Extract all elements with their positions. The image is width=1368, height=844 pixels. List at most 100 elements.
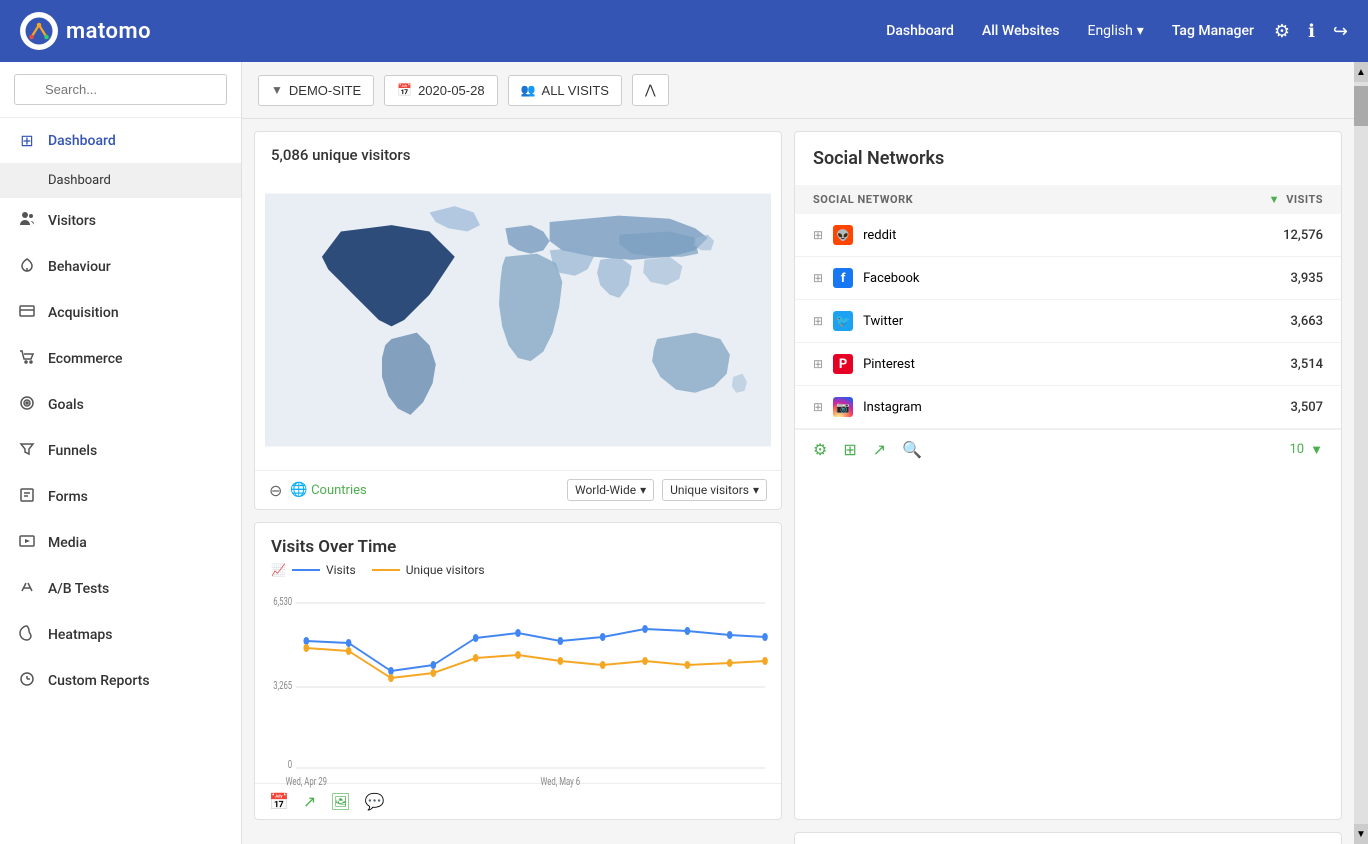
topnav-links: Dashboard All Websites English ▾ Tag Man… (886, 23, 1254, 39)
segment-selector[interactable]: 👥 ALL VISITS (508, 75, 622, 106)
search-data-icon[interactable]: 🔍 (902, 440, 922, 459)
visits-widget: Visits Over Time 📈 Visits Unique visitor… (254, 522, 782, 820)
chart-legend: 📈 Visits Unique visitors (255, 563, 781, 583)
sort-arrow: ▼ (1269, 193, 1280, 206)
chart-container: 6,530 3,265 0 (255, 583, 781, 783)
language-selector[interactable]: English ▾ (1087, 23, 1143, 39)
sidebar-item-ab-tests[interactable]: A/B Tests (0, 566, 241, 612)
social-widget-footer: ⚙ ⊞ ↗ 🔍 10 ▼ (795, 429, 1341, 469)
ecommerce-icon (18, 349, 36, 369)
expand-icon[interactable]: ⊞ (813, 271, 823, 285)
settings-icon[interactable]: ⚙ (813, 440, 827, 459)
collapse-button[interactable]: ⋀ (632, 74, 669, 106)
region-dropdown[interactable]: World-Wide ▾ (567, 479, 654, 501)
segment-icon: 👥 (521, 83, 536, 97)
sidebar-item-ecommerce-label: Ecommerce (48, 351, 123, 367)
goals-icon (18, 395, 36, 415)
behaviour-icon (18, 257, 36, 277)
right-scrollbar[interactable]: ▲ ▼ (1354, 62, 1368, 844)
site-selector-label: DEMO-SITE (289, 83, 361, 98)
scrollbar-thumb[interactable] (1354, 86, 1368, 126)
date-selector[interactable]: 📅 2020-05-28 (384, 75, 497, 106)
visitors-icon (18, 211, 36, 231)
legend-visits: 📈 Visits (271, 563, 356, 577)
social-col-left: SOCIAL NETWORK (813, 193, 913, 206)
topnav-icons: ⚙ ℹ ↪ (1274, 21, 1348, 42)
expand-icon[interactable]: ⊞ (813, 357, 823, 371)
top-navigation: matomo Dashboard All Websites English ▾ … (0, 0, 1368, 62)
sidebar-item-funnels[interactable]: Funnels (0, 428, 241, 474)
sidebar-item-forms-label: Forms (48, 489, 88, 505)
sidebar-item-behaviour[interactable]: Behaviour (0, 244, 241, 290)
visits-line-sample (292, 569, 320, 571)
sidebar-item-dashboard[interactable]: ⊞ Dashboard (0, 118, 241, 163)
media-icon (18, 533, 36, 553)
instagram-icon: 📷 (833, 397, 853, 417)
visits-title: Visits Over Time (255, 523, 781, 563)
share-icon[interactable]: ↗ (303, 792, 316, 811)
svg-text:0: 0 (288, 759, 292, 772)
scrollbar-up[interactable]: ▲ (1354, 62, 1368, 82)
expand-icon[interactable]: ⊞ (813, 400, 823, 414)
settings-icon[interactable]: ⚙ (1274, 21, 1290, 42)
info-icon[interactable]: ℹ (1308, 21, 1315, 42)
table-icon[interactable]: ⊞ (843, 440, 856, 459)
map-title: 5,086 unique visitors (255, 132, 781, 170)
social-col-right: ▼ VISITS (1269, 193, 1323, 206)
tag-manager-link[interactable]: Tag Manager (1172, 23, 1254, 39)
calendar-icon[interactable]: 📅 (269, 792, 289, 811)
map-footer: ⊖ 🌐 Countries World-Wide ▾ Unique visito… (255, 470, 781, 509)
sidebar-item-dashboard-label: Dashboard (48, 133, 116, 149)
map-zoom-out[interactable]: ⊖ (269, 481, 282, 500)
logo-icon (20, 12, 58, 50)
logo[interactable]: matomo (20, 12, 151, 50)
dashboard-grid: 5,086 unique visitors (242, 119, 1354, 844)
legend-icon: 📈 (271, 563, 286, 577)
expand-icon[interactable]: ⊞ (813, 228, 823, 242)
map-footer-left: ⊖ 🌐 Countries (269, 481, 367, 500)
comment-icon[interactable]: 💬 (365, 792, 385, 811)
legend-unique: Unique visitors (372, 563, 485, 577)
country-widget-title: Country (795, 833, 1341, 844)
language-label: English (1087, 23, 1132, 39)
logout-icon[interactable]: ↪ (1333, 21, 1348, 42)
legend-unique-label: Unique visitors (406, 563, 485, 577)
facebook-value: 3,935 (1291, 271, 1323, 286)
dashboard-icon: ⊞ (18, 131, 36, 150)
facebook-icon: f (833, 268, 853, 288)
sidebar-item-custom-reports[interactable]: Custom Reports (0, 658, 241, 704)
segment-selector-label: ALL VISITS (542, 83, 609, 98)
social-row-instagram: ⊞ 📷 Instagram 3,507 (795, 386, 1341, 429)
site-selector[interactable]: ▼ DEMO-SITE (258, 75, 374, 106)
page-arrow[interactable]: ▼ (1310, 442, 1323, 458)
sidebar-item-forms[interactable]: Forms (0, 474, 241, 520)
sidebar-item-ecommerce[interactable]: Ecommerce (0, 336, 241, 382)
metric-dropdown[interactable]: Unique visitors ▾ (662, 479, 767, 501)
all-websites-link[interactable]: All Websites (982, 23, 1060, 39)
collapse-icon: ⋀ (645, 82, 656, 98)
sidebar-item-media[interactable]: Media (0, 520, 241, 566)
svg-text:6,530: 6,530 (273, 596, 292, 609)
social-footer-right: 10 ▼ (1290, 442, 1324, 458)
sidebar-item-acquisition[interactable]: Acquisition (0, 290, 241, 336)
image-icon[interactable]: 🖼 (330, 792, 350, 811)
date-icon: 📅 (397, 83, 412, 97)
export-icon[interactable]: ↗ (873, 440, 886, 459)
social-row-twitter: ⊞ 🐦 Twitter 3,663 (795, 300, 1341, 343)
legend-visits-label: Visits (326, 563, 356, 577)
sidebar-item-custom-reports-label: Custom Reports (48, 673, 150, 689)
sidebar-item-visitors[interactable]: Visitors (0, 198, 241, 244)
pinterest-value: 3,514 (1291, 357, 1323, 372)
sidebar-sub-dashboard[interactable]: Dashboard (0, 163, 241, 198)
heatmaps-icon (18, 625, 36, 645)
sidebar-item-goals-label: Goals (48, 397, 84, 413)
search-input[interactable] (14, 74, 227, 105)
sidebar-item-goals[interactable]: Goals (0, 382, 241, 428)
sidebar-item-heatmaps[interactable]: Heatmaps (0, 612, 241, 658)
acquisition-icon (18, 303, 36, 323)
scrollbar-down[interactable]: ▼ (1354, 824, 1368, 844)
visits-footer: 📅 ↗ 🖼 💬 (255, 783, 781, 819)
expand-icon[interactable]: ⊞ (813, 314, 823, 328)
dashboard-link[interactable]: Dashboard (886, 23, 954, 39)
map-countries-link[interactable]: 🌐 Countries (290, 482, 366, 498)
